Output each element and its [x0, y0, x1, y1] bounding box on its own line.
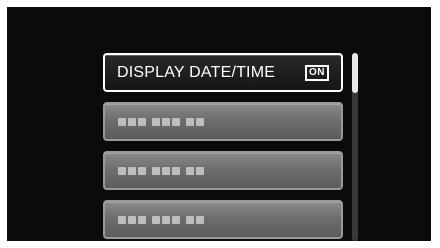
camera-menu-screen: DISPLAY DATE/TIME ON: [7, 7, 431, 241]
menu-item-placeholder[interactable]: [103, 200, 343, 239]
menu-item-placeholder[interactable]: [103, 102, 343, 141]
placeholder-text-blocks: [118, 167, 204, 175]
menu-item-placeholder[interactable]: [103, 151, 343, 190]
menu-list: DISPLAY DATE/TIME ON: [103, 53, 343, 241]
placeholder-text-blocks: [118, 216, 204, 224]
menu-item-value-badge: ON: [305, 65, 329, 81]
placeholder-text-blocks: [118, 118, 204, 126]
menu-item-display-date-time[interactable]: DISPLAY DATE/TIME ON: [103, 53, 343, 92]
menu-item-label: DISPLAY DATE/TIME: [117, 64, 276, 81]
scrollbar[interactable]: [352, 53, 358, 241]
scroll-thumb[interactable]: [352, 53, 358, 93]
